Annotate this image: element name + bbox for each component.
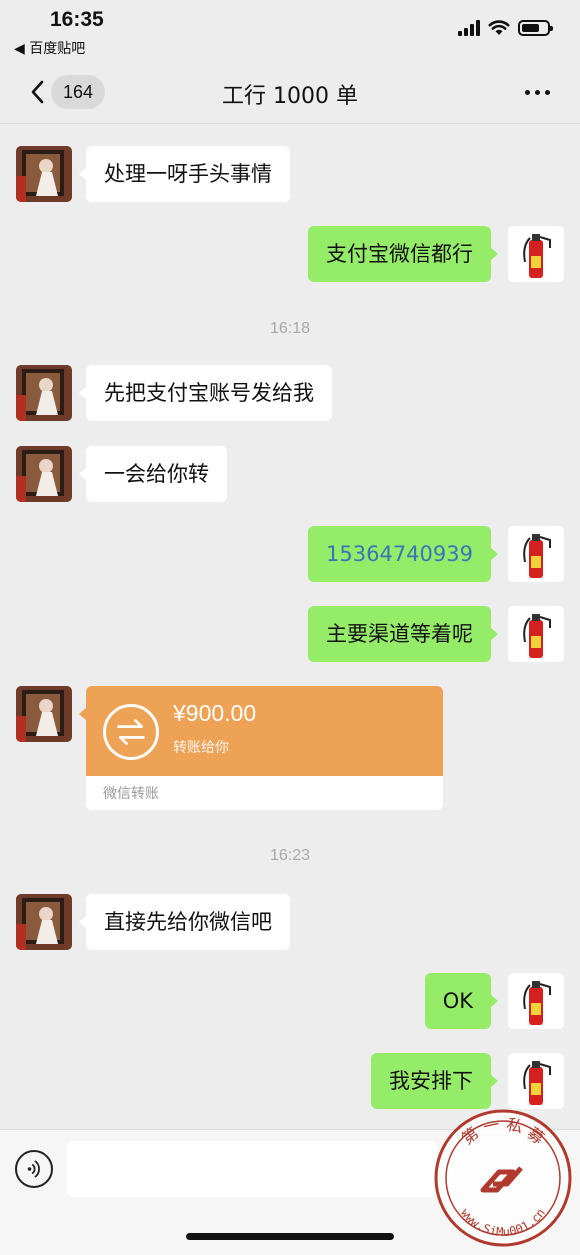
- timestamp: 16:23: [269, 847, 311, 864]
- message-bubble[interactable]: 处理一呀手头事情: [79, 146, 290, 202]
- my-avatar[interactable]: [508, 1053, 564, 1109]
- message-bubble[interactable]: OK: [424, 973, 499, 1029]
- home-indicator[interactable]: [186, 1233, 394, 1240]
- message-bubble[interactable]: 直接先给你微信吧: [79, 894, 290, 950]
- message-bubble[interactable]: 我安排下: [371, 1053, 498, 1109]
- message-bubble[interactable]: 一会给你转: [79, 446, 227, 502]
- transfer-source-label: 微信转账: [103, 786, 159, 802]
- message-bubble[interactable]: 先把支付宝账号发给我: [79, 365, 332, 421]
- message-input[interactable]: [67, 1141, 437, 1197]
- back-to-app-link[interactable]: ◀ 百度贴吧: [14, 38, 85, 58]
- transfer-note: 转账给你: [173, 740, 229, 756]
- wifi-icon: [488, 20, 510, 35]
- contact-avatar[interactable]: [16, 365, 72, 421]
- contact-avatar[interactable]: [16, 446, 72, 502]
- message-bubble[interactable]: 15364740939: [308, 526, 498, 582]
- status-bar: 16:35 ◀ 百度贴吧: [0, 0, 580, 62]
- message-list[interactable]: 处理一呀手头事情 支付宝微信都行 16:18 先把支付宝账号发给我 一会给你转 …: [0, 124, 580, 1129]
- chat-title: 工行 1000 单: [222, 84, 358, 109]
- voice-icon[interactable]: [15, 1150, 53, 1188]
- phone-number-link[interactable]: 15364740939: [326, 542, 473, 566]
- my-avatar[interactable]: [508, 606, 564, 662]
- signal-icon: [458, 20, 480, 36]
- battery-icon: [518, 20, 553, 36]
- timestamp: 16:18: [269, 320, 311, 337]
- my-avatar[interactable]: [508, 526, 564, 582]
- contact-avatar[interactable]: [16, 686, 72, 742]
- message-bubble[interactable]: 支付宝微信都行: [308, 226, 498, 282]
- status-time: 16:35: [50, 8, 104, 31]
- message-bubble[interactable]: 主要渠道等着呢: [308, 606, 498, 662]
- my-avatar[interactable]: [508, 226, 564, 282]
- transfer-card[interactable]: ¥900.00 转账给你 微信转账: [86, 686, 443, 810]
- watermark-stamp: 第 一 私 募 www.SiMu001.cn: [434, 1109, 572, 1247]
- transfer-card-header: ¥900.00 转账给你: [86, 686, 443, 776]
- my-avatar[interactable]: [508, 973, 564, 1029]
- contact-avatar[interactable]: [16, 146, 72, 202]
- chat-header: 164 工行 1000 单: [0, 62, 580, 124]
- status-icons: [458, 20, 553, 36]
- more-options-button[interactable]: [525, 90, 550, 95]
- transfer-amount: ¥900.00: [173, 700, 257, 726]
- transfer-arrows-icon: [103, 704, 159, 760]
- contact-avatar[interactable]: [16, 894, 72, 950]
